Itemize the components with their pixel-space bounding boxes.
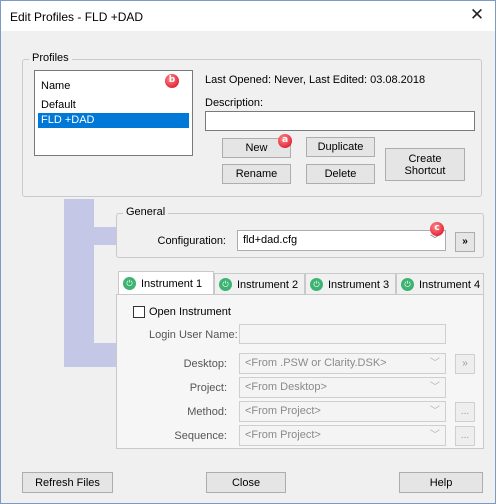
method-browse-button[interactable]: ... bbox=[455, 402, 475, 422]
open-instrument-label: Open Instrument bbox=[149, 306, 231, 318]
close-icon[interactable]: ✕ bbox=[465, 4, 489, 28]
login-user-field[interactable] bbox=[239, 324, 446, 344]
help-button[interactable]: Help bbox=[399, 472, 483, 493]
desktop-value: <From .PSW or Clarity.DSK> bbox=[245, 357, 387, 369]
desktop-label: Desktop: bbox=[183, 358, 227, 370]
delete-button-label: Delete bbox=[324, 168, 357, 180]
chevron-down-icon: ﹀ bbox=[430, 358, 440, 369]
tab-instrument-3[interactable]: ⏻ Instrument 3 bbox=[305, 273, 396, 295]
configuration-value: fld+dad.cfg bbox=[243, 234, 298, 246]
chevron-down-icon: ﹀ bbox=[430, 406, 440, 417]
profile-item-fld-dad[interactable]: FLD +DAD bbox=[38, 113, 189, 128]
sequence-browse-button[interactable]: ... bbox=[455, 426, 475, 446]
tab-instrument-2[interactable]: ⏻ Instrument 2 bbox=[214, 273, 305, 295]
configuration-more-button[interactable]: » bbox=[455, 232, 475, 252]
chevron-down-icon: ﹀ bbox=[430, 430, 440, 441]
tab-label: Instrument 3 bbox=[328, 278, 390, 291]
create-shortcut-button[interactable]: Create Shortcut bbox=[385, 148, 465, 181]
tab-instrument-1[interactable]: ⏻ Instrument 1 bbox=[118, 271, 214, 295]
configuration-label: Configuration: bbox=[157, 235, 227, 247]
chevron-down-icon: ﹀ bbox=[430, 382, 440, 393]
profile-info-text: Last Opened: Never, Last Edited: 03.08.2… bbox=[205, 74, 426, 86]
method-select[interactable]: <From Project> ﹀ bbox=[239, 401, 446, 422]
project-value: <From Desktop> bbox=[245, 381, 327, 393]
sequence-select[interactable]: <From Project> ﹀ bbox=[239, 425, 446, 446]
link-bracket-top bbox=[94, 227, 116, 245]
duplicate-button-label: Duplicate bbox=[317, 141, 364, 153]
tab-label: Instrument 2 bbox=[237, 278, 299, 291]
project-select[interactable]: <From Desktop> ﹀ bbox=[239, 377, 446, 398]
link-bracket-bottom bbox=[64, 343, 116, 367]
sequence-value: <From Project> bbox=[245, 429, 321, 441]
instrument-icon: ⏻ bbox=[401, 278, 414, 291]
instrument-icon: ⏻ bbox=[310, 278, 323, 291]
delete-button[interactable]: Delete bbox=[306, 164, 375, 184]
tab-label: Instrument 1 bbox=[141, 277, 203, 290]
title-bar: Edit Profiles - FLD +DAD ✕ bbox=[1, 1, 495, 31]
annotation-badge-b: b bbox=[165, 74, 179, 88]
configuration-select[interactable]: fld+dad.cfg ﹀ bbox=[237, 230, 446, 251]
method-value: <From Project> bbox=[245, 405, 321, 417]
new-button-label: New bbox=[245, 142, 268, 154]
duplicate-button[interactable]: Duplicate bbox=[306, 137, 375, 157]
method-label: Method: bbox=[187, 406, 227, 418]
sequence-label: Sequence: bbox=[174, 430, 227, 442]
rename-button-label: Rename bbox=[235, 168, 278, 180]
annotation-badge-c: c bbox=[430, 222, 444, 236]
profile-item-default[interactable]: Default bbox=[38, 98, 189, 113]
description-field[interactable] bbox=[205, 111, 475, 131]
create-shortcut-button-label: Create Shortcut bbox=[404, 152, 446, 177]
project-label: Project: bbox=[189, 382, 227, 394]
refresh-files-button[interactable]: Refresh Files bbox=[22, 472, 113, 493]
description-label: Description: bbox=[205, 97, 264, 109]
login-user-label: Login User Name: bbox=[149, 329, 238, 341]
help-button-label: Help bbox=[429, 476, 453, 489]
instrument-icon: ⏻ bbox=[123, 277, 136, 290]
tab-instrument-4[interactable]: ⏻ Instrument 4 bbox=[396, 273, 484, 295]
tab-label: Instrument 4 bbox=[419, 278, 481, 291]
close-button-label: Close bbox=[231, 476, 261, 489]
desktop-select[interactable]: <From .PSW or Clarity.DSK> ﹀ bbox=[239, 353, 446, 374]
edit-profiles-dialog: Edit Profiles - FLD +DAD ✕ Profiles Name… bbox=[0, 0, 496, 504]
desktop-more-button[interactable]: » bbox=[455, 354, 475, 374]
close-button[interactable]: Close bbox=[206, 472, 286, 493]
profiles-group-label: Profiles bbox=[29, 52, 72, 64]
window-title: Edit Profiles - FLD +DAD bbox=[10, 10, 144, 24]
link-bracket-vertical bbox=[64, 199, 94, 367]
instrument-icon: ⏻ bbox=[219, 278, 232, 291]
general-group-label: General bbox=[123, 206, 169, 218]
rename-button[interactable]: Rename bbox=[222, 164, 291, 184]
refresh-files-label: Refresh Files bbox=[35, 476, 100, 489]
open-instrument-checkbox[interactable] bbox=[133, 306, 145, 318]
annotation-badge-a: a bbox=[278, 134, 292, 148]
